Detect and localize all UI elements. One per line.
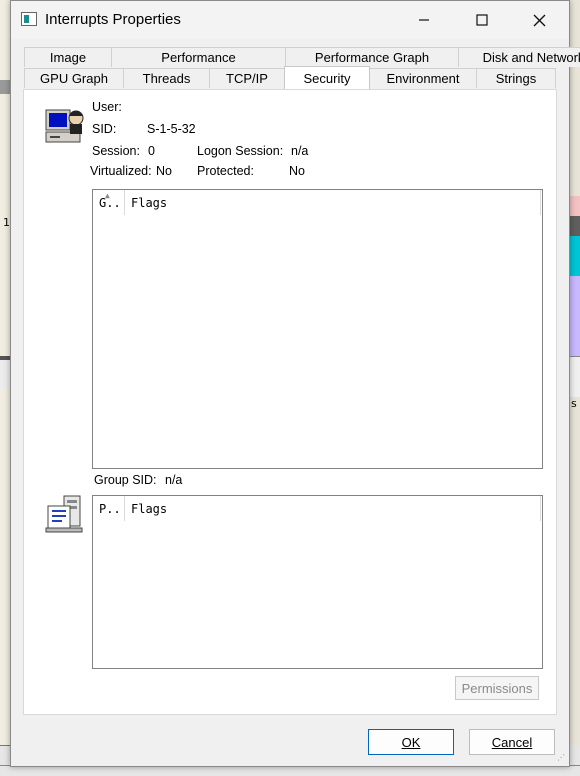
user-label: User:	[92, 100, 122, 114]
tab-environment[interactable]: Environment	[369, 68, 477, 88]
column-header-privilege[interactable]: P..	[93, 496, 125, 521]
tab-row-back: Image Performance Performance Graph Disk an…	[24, 47, 580, 68]
virtualized-label: Virtualized:	[90, 164, 152, 178]
resize-grip-icon[interactable]: ⋰	[557, 753, 567, 763]
user-icon	[45, 109, 84, 143]
cancel-button-label: Cancel	[491, 734, 533, 750]
column-header-flags[interactable]: Flags	[125, 190, 541, 215]
session-value: 0	[148, 144, 155, 158]
ok-button-label: OK	[401, 734, 421, 750]
minimize-button[interactable]	[401, 5, 447, 35]
minimize-icon	[419, 19, 429, 21]
background-text: 1	[3, 216, 10, 229]
maximize-icon	[476, 14, 488, 26]
logon-session-label: Logon Session:	[197, 144, 284, 158]
security-tab-panel: User: SID: S-1-5-32 Session: 0 Logon Ses…	[23, 89, 557, 715]
groups-list-header: ▲ G.. Flags	[93, 190, 541, 215]
sid-value: S-1-5-32	[147, 122, 196, 136]
tab-gpu-graph[interactable]: GPU Graph	[24, 68, 124, 88]
close-icon	[533, 14, 545, 26]
column-header-label: P..	[99, 501, 121, 516]
close-button[interactable]	[516, 5, 562, 35]
tab-image[interactable]: Image	[24, 47, 112, 67]
column-header-label: Flags	[131, 501, 168, 516]
privileges-list-header: P.. Flags	[93, 496, 541, 521]
ok-button[interactable]: OK	[368, 729, 454, 755]
protected-label: Protected:	[197, 164, 254, 178]
tab-tcp-ip[interactable]: TCP/IP	[209, 68, 285, 88]
window-title: Interrupts Properties	[45, 11, 181, 28]
column-header-flags[interactable]: Flags	[125, 496, 541, 521]
privileges-list[interactable]: P.. Flags	[92, 495, 543, 669]
tab-threads[interactable]: Threads	[123, 68, 210, 88]
app-icon	[21, 12, 37, 26]
background-app-right: s	[569, 0, 580, 775]
tab-row-front: GPU Graph Threads TCP/IP Security Environmen…	[24, 66, 556, 89]
tab-disk-and-network[interactable]: Disk and Network	[458, 47, 580, 67]
sid-label: SID:	[92, 122, 117, 136]
logon-session-value: n/a	[291, 144, 309, 158]
title-bar[interactable]: Interrupts Properties	[11, 1, 569, 39]
tab-performance-graph[interactable]: Performance Graph	[285, 47, 459, 67]
column-header-label: Flags	[131, 195, 168, 210]
maximize-button[interactable]	[459, 5, 505, 35]
tab-performance[interactable]: Performance	[111, 47, 286, 67]
permissions-button[interactable]: Permissions	[455, 676, 539, 700]
cancel-button[interactable]: Cancel	[469, 729, 555, 755]
groups-list[interactable]: ▲ G.. Flags	[92, 189, 543, 469]
tab-security[interactable]: Security	[284, 66, 370, 89]
sort-ascending-icon: ▲	[105, 191, 110, 200]
protected-value: No	[289, 164, 305, 178]
column-header-group[interactable]: ▲ G..	[93, 190, 125, 215]
virtualized-value: No	[156, 164, 172, 178]
background-text: s	[571, 397, 577, 410]
properties-dialog: Interrupts Properties Image Performance Pe…	[10, 0, 580, 767]
tab-strings[interactable]: Strings	[476, 68, 556, 88]
group-sid-value: n/a	[165, 473, 183, 487]
session-label: Session:	[92, 144, 140, 158]
group-sid-label: Group SID:	[94, 473, 157, 487]
privileges-icon	[45, 495, 83, 533]
